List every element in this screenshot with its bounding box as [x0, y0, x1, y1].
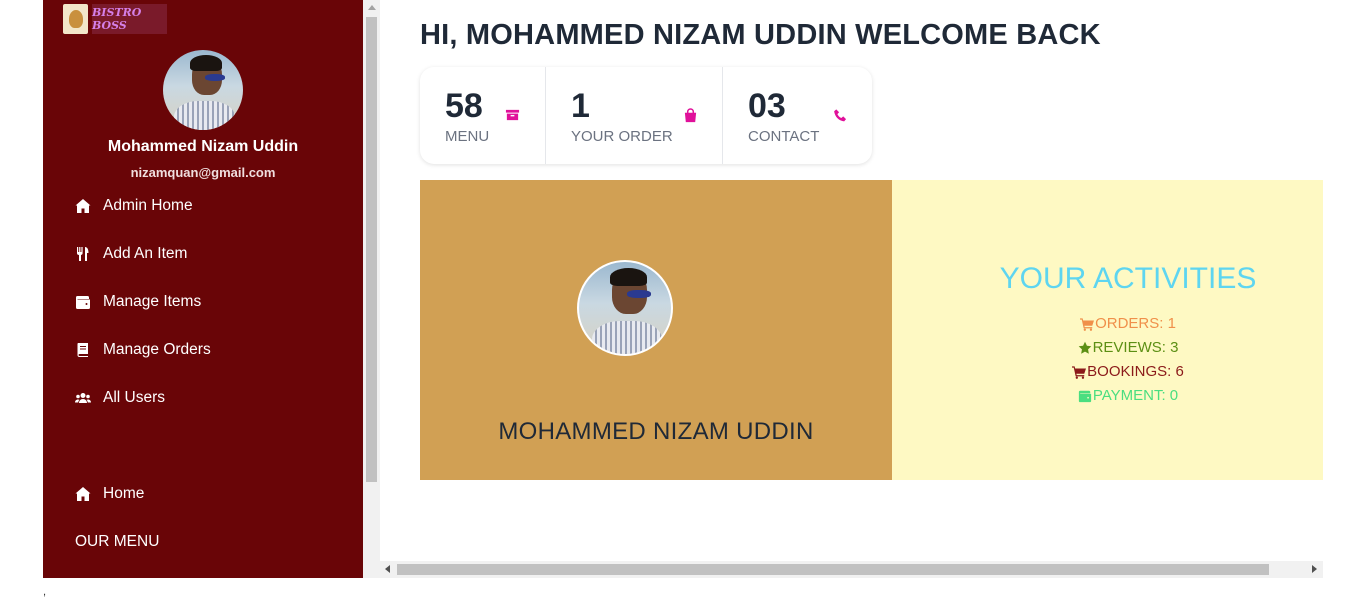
star-icon [1078, 341, 1091, 354]
stat-value: 58 [445, 87, 483, 125]
user-name: Mohammed Nizam Uddin [107, 138, 299, 155]
stat-label: YOUR ORDER [571, 128, 673, 145]
home-icon [75, 199, 91, 213]
book-icon [77, 343, 88, 357]
sidebar-item-label: Add An Item [103, 245, 188, 262]
box-icon [505, 109, 520, 121]
horizontal-scrollbar-thumb[interactable] [397, 564, 1269, 575]
sidebar-item-label: OUR MENU [75, 533, 160, 550]
footnote: , [43, 586, 47, 598]
sidebar-item-add-item[interactable]: Add An Item [75, 242, 187, 266]
stat-value: 03 [748, 87, 786, 125]
sidebar-item-home[interactable]: Home [75, 482, 144, 506]
stats-card: 58 MENU 1 YOUR ORDER 03 CONTACT [420, 67, 872, 164]
activity-orders: ORDERS: 1 [892, 315, 1364, 332]
stat-value: 1 [571, 87, 590, 125]
activity-label: ORDERS: 1 [1095, 315, 1176, 332]
avatar [577, 260, 673, 356]
stat-label: MENU [445, 128, 490, 145]
sidebar-item-label: Manage Items [103, 293, 202, 310]
activity-payment: PAYMENT: 0 [892, 387, 1364, 404]
phone-icon [834, 109, 847, 122]
vertical-scrollbar[interactable] [363, 0, 380, 578]
avatar [163, 50, 243, 130]
cart-icon [1080, 317, 1095, 331]
bag-icon [684, 108, 697, 123]
home-icon [75, 487, 91, 501]
sidebar-item-label: Home [103, 485, 145, 502]
activity-reviews: REVIEWS: 3 [892, 339, 1364, 356]
activity-label: PAYMENT: 0 [1092, 387, 1179, 404]
sidebar-item-admin-home[interactable]: Admin Home [75, 194, 193, 218]
stat-your-order: 1 YOUR ORDER [546, 67, 723, 164]
sidebar-item-manage-items[interactable]: Manage Items [75, 290, 201, 314]
sidebar: BISTRO BOSS Mohammed Nizam Uddin nizamqu… [43, 0, 363, 578]
activity-label: REVIEWS: 3 [1092, 339, 1179, 356]
logo-mark-icon [63, 4, 88, 34]
stat-menu: 58 MENU [420, 67, 546, 164]
horizontal-scrollbar[interactable] [363, 561, 1323, 578]
sidebar-item-all-users[interactable]: All Users [75, 386, 165, 410]
users-icon [75, 393, 91, 403]
profile-name: MOHAMMED NIZAM UDDIN [498, 418, 814, 445]
stat-label: CONTACT [748, 128, 820, 145]
wallet-icon [76, 296, 90, 309]
logo-text: BISTRO BOSS [92, 4, 167, 34]
scroll-up-arrow-icon[interactable] [368, 5, 376, 10]
scroll-right-arrow-icon[interactable] [1312, 565, 1317, 573]
sidebar-item-label: Admin Home [103, 197, 193, 214]
sidebar-item-label: Manage Orders [103, 341, 211, 358]
stat-contact: 03 CONTACT [723, 67, 872, 164]
activity-bookings: BOOKINGS: 6 [892, 363, 1364, 380]
scroll-left-arrow-icon[interactable] [385, 565, 390, 573]
activities-panel: YOUR ACTIVITIES ORDERS: 1 REVIEWS: 3 BOO… [892, 180, 1323, 480]
activity-label: BOOKINGS: 6 [1087, 363, 1184, 380]
brand-logo[interactable]: BISTRO BOSS [63, 4, 167, 34]
vertical-scrollbar-thumb[interactable] [366, 17, 377, 482]
utensils-icon [77, 247, 89, 261]
sidebar-item-label: All Users [103, 389, 166, 406]
sidebar-item-manage-orders[interactable]: Manage Orders [75, 338, 211, 362]
activities-title: YOUR ACTIVITIES [999, 262, 1257, 295]
profile-banner: MOHAMMED NIZAM UDDIN [420, 180, 892, 480]
cart-icon [1072, 365, 1087, 379]
page-title: HI, MOHAMMED NIZAM UDDIN WELCOME BACK [420, 19, 1101, 51]
wallet-icon [1078, 390, 1091, 402]
user-email: nizamquan@gmail.com [130, 165, 276, 180]
sidebar-item-our-menu[interactable]: OUR MENU [75, 530, 159, 554]
